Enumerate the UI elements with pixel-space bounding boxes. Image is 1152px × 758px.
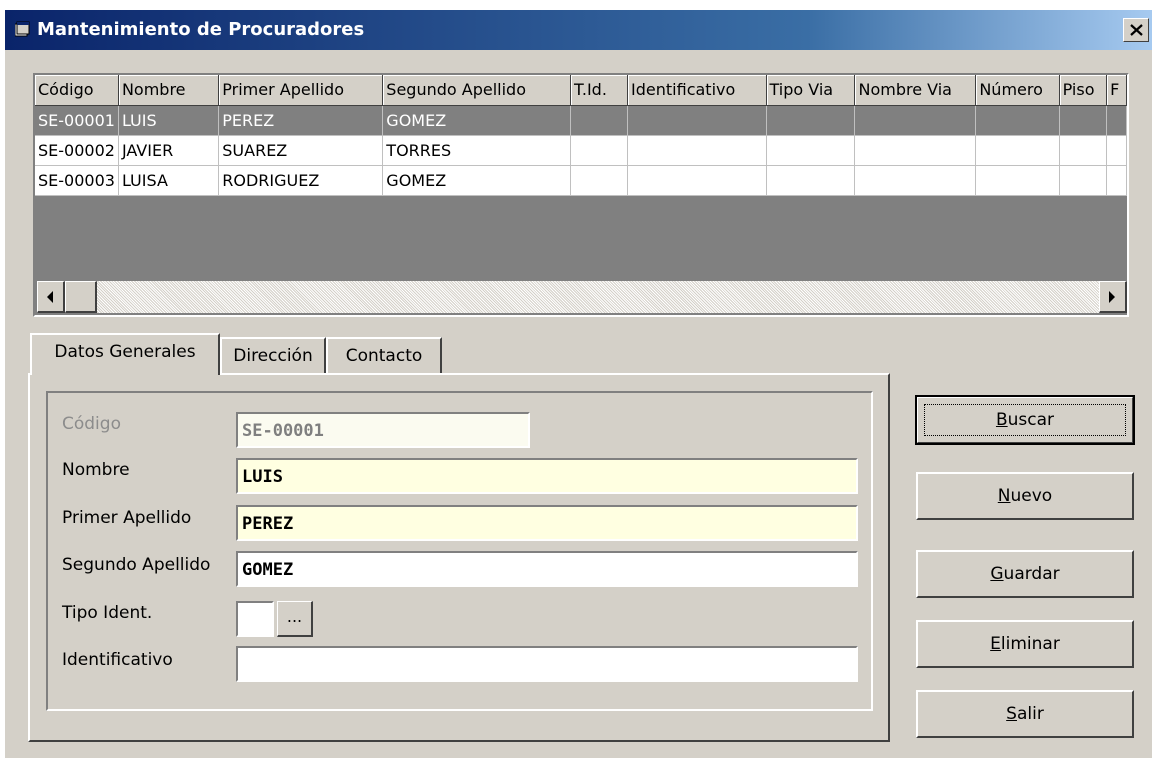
- grid-cell[interactable]: [1106, 105, 1127, 136]
- grid-cell[interactable]: [570, 105, 629, 136]
- table-row[interactable]: SE-00001 LUIS PEREZ GOMEZ: [35, 105, 1127, 136]
- grid-cell[interactable]: SE-00003: [35, 165, 119, 196]
- tab-contacto[interactable]: Contacto: [326, 337, 442, 375]
- codigo-label: Código: [62, 414, 121, 434]
- nombre-label: Nombre: [62, 460, 130, 480]
- salir-mnemonic: S: [1006, 704, 1017, 724]
- scroll-thumb[interactable]: [65, 281, 97, 313]
- grid-cell[interactable]: [975, 135, 1060, 166]
- grid-cell[interactable]: SUAREZ: [218, 135, 384, 166]
- grid-cell[interactable]: GOMEZ: [382, 165, 571, 196]
- guardar-label: uardar: [1003, 564, 1060, 584]
- grid-cell[interactable]: [1059, 165, 1108, 196]
- salir-button[interactable]: Salir: [916, 690, 1134, 738]
- close-button[interactable]: [1123, 18, 1149, 42]
- title-bar[interactable]: Mantenimiento de Procuradores: [5, 10, 1152, 50]
- grid-cell[interactable]: JAVIER: [118, 135, 220, 166]
- grid-cell[interactable]: [854, 135, 977, 166]
- grid-cell[interactable]: [570, 165, 629, 196]
- grid-column-header[interactable]: F: [1106, 75, 1127, 106]
- primer-apellido-field[interactable]: PEREZ: [236, 505, 858, 541]
- nuevo-label: uevo: [1010, 486, 1053, 506]
- eliminar-label: liminar: [1000, 634, 1060, 654]
- grid-cell[interactable]: [1059, 105, 1108, 136]
- procuradores-grid[interactable]: Código Nombre Primer Apellido Segundo Apell…: [33, 73, 1129, 317]
- nombre-field[interactable]: LUIS: [236, 458, 858, 494]
- grid-column-header[interactable]: Identificativo: [627, 75, 767, 106]
- tab-direccion[interactable]: Dirección: [220, 337, 326, 375]
- primer-apellido-label: Primer Apellido: [62, 508, 192, 528]
- grid-cell[interactable]: [1106, 135, 1127, 166]
- grid-cell[interactable]: GOMEZ: [382, 105, 571, 136]
- grid-column-header[interactable]: Nombre Via: [854, 75, 977, 106]
- salir-label: alir: [1016, 704, 1044, 724]
- window: Mantenimiento de Procuradores Código Nomb…: [0, 0, 1152, 758]
- grid-cell[interactable]: [975, 165, 1060, 196]
- codigo-field: SE-00001: [236, 412, 530, 448]
- guardar-mnemonic: G: [990, 564, 1004, 584]
- grid-column-header[interactable]: Código: [35, 75, 119, 106]
- scroll-left-button[interactable]: [37, 281, 65, 313]
- nuevo-mnemonic: N: [997, 486, 1011, 506]
- identificativo-label: Identificativo: [62, 650, 173, 670]
- grid-cell[interactable]: SE-00001: [35, 105, 119, 136]
- buscar-button[interactable]: Buscar: [915, 395, 1135, 445]
- tipo-ident-browse-button[interactable]: ...: [277, 601, 313, 637]
- scroll-right-button[interactable]: [1099, 281, 1127, 313]
- table-row[interactable]: SE-00003 LUISA RODRIGUEZ GOMEZ: [35, 165, 1127, 196]
- grid-cell[interactable]: [766, 165, 856, 196]
- app-window-icon: [14, 20, 31, 38]
- grid-column-header[interactable]: Tipo Via: [766, 75, 856, 106]
- grid-cell[interactable]: SE-00002: [35, 135, 119, 166]
- window-title: Mantenimiento de Procuradores: [37, 19, 365, 40]
- guardar-button[interactable]: Guardar: [916, 550, 1134, 598]
- grid-column-header[interactable]: Piso: [1059, 75, 1108, 106]
- grid-cell[interactable]: [975, 105, 1060, 136]
- segundo-apellido-field[interactable]: GOMEZ: [236, 551, 858, 587]
- grid-cell[interactable]: [570, 135, 629, 166]
- grid-cell[interactable]: [627, 105, 767, 136]
- grid-column-header[interactable]: Segundo Apellido: [382, 75, 571, 106]
- grid-column-header[interactable]: Número: [975, 75, 1060, 106]
- grid-cell[interactable]: [627, 165, 767, 196]
- nuevo-button[interactable]: Nuevo: [916, 472, 1134, 520]
- grid-cell[interactable]: [627, 135, 767, 166]
- focus-rect: [924, 404, 1126, 436]
- tab-datos-generales[interactable]: Datos Generales: [30, 333, 220, 375]
- segundo-apellido-label: Segundo Apellido: [62, 555, 211, 575]
- grid-cell[interactable]: [854, 105, 977, 136]
- eliminar-button[interactable]: Eliminar: [916, 620, 1134, 668]
- table-row[interactable]: SE-00002 JAVIER SUAREZ TORRES: [35, 135, 1127, 166]
- grid-cell[interactable]: PEREZ: [218, 105, 384, 136]
- grid-table: Código Nombre Primer Apellido Segundo Apell…: [35, 75, 1127, 196]
- grid-cell[interactable]: LUISA: [118, 165, 220, 196]
- grid-column-header[interactable]: Nombre: [118, 75, 220, 106]
- tipo-ident-label: Tipo Ident.: [62, 603, 153, 623]
- grid-cell[interactable]: [854, 165, 977, 196]
- grid-cell[interactable]: [1059, 135, 1108, 166]
- grid-column-header[interactable]: T.Id.: [570, 75, 629, 106]
- grid-cell[interactable]: [1106, 165, 1127, 196]
- grid-column-header[interactable]: Primer Apellido: [218, 75, 384, 106]
- tipo-ident-field[interactable]: [236, 601, 274, 637]
- grid-cell[interactable]: [766, 135, 856, 166]
- grid-cell[interactable]: RODRIGUEZ: [218, 165, 384, 196]
- horizontal-scrollbar[interactable]: [37, 281, 1127, 313]
- arrow-left-icon: [47, 291, 53, 303]
- arrow-right-icon: [1109, 291, 1115, 303]
- eliminar-mnemonic: E: [990, 634, 1001, 654]
- grid-cell[interactable]: LUIS: [118, 105, 220, 136]
- grid-cell[interactable]: TORRES: [382, 135, 571, 166]
- grid-header-row: Código Nombre Primer Apellido Segundo Apell…: [35, 75, 1127, 106]
- identificativo-field[interactable]: [236, 646, 858, 682]
- close-icon: [1130, 24, 1143, 36]
- grid-cell[interactable]: [766, 105, 856, 136]
